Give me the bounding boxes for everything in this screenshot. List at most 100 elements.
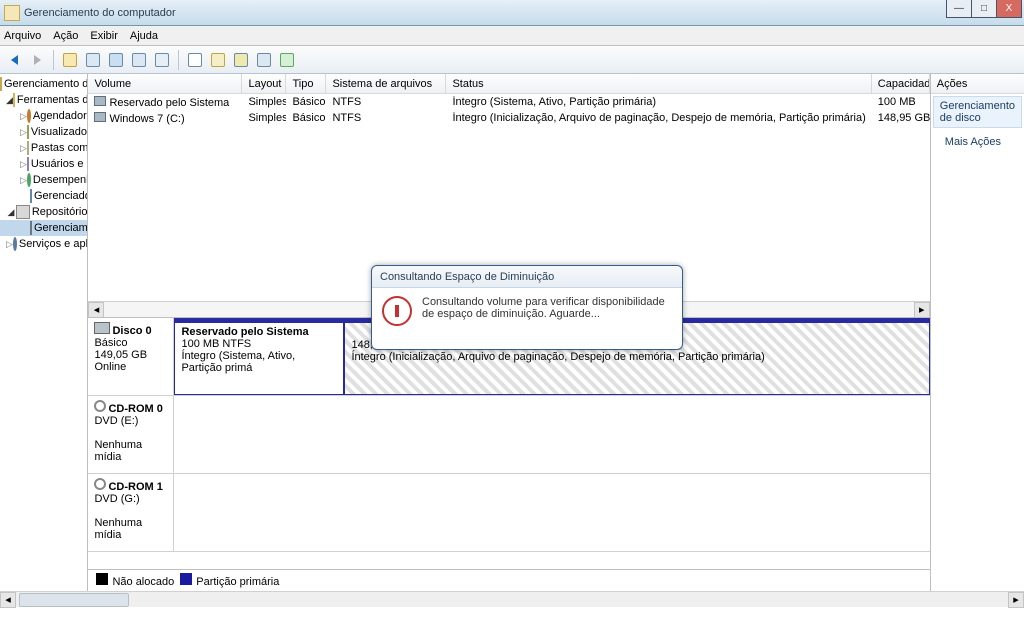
dialog-text: Consultando volume para verificar dispon… [422, 296, 672, 320]
tree-root-label: Gerenciamento do computado [4, 78, 87, 90]
tree-services[interactable]: ▷Serviços e aplicativos [0, 236, 87, 252]
scroll-left-icon[interactable]: ◂ [0, 592, 16, 608]
tool-button-10[interactable] [277, 50, 297, 70]
perf-icon [27, 173, 31, 187]
drive-icon [94, 112, 106, 122]
col-status[interactable]: Status [446, 74, 871, 93]
menu-file[interactable]: Arquivo [4, 30, 41, 42]
toolbar [0, 46, 1024, 74]
tree-perf[interactable]: ▷Desempenho [0, 172, 87, 188]
h-scrollbar-bottom[interactable]: ◂ ▸ [0, 591, 1024, 607]
folder-icon [13, 93, 15, 107]
disk-info[interactable]: CD-ROM 0 DVD (E:) Nenhuma mídia [88, 396, 174, 473]
scrollbar-thumb[interactable] [19, 593, 129, 607]
dialog-title: Consultando Espaço de Diminuição [372, 266, 682, 288]
tree-services-label: Serviços e aplicativos [19, 238, 88, 250]
drive-icon [94, 96, 106, 106]
partition-reserved[interactable]: Reservado pelo Sistema 100 MB NTFS Ínteg… [174, 318, 344, 395]
cell-type: Básico [286, 96, 326, 108]
tree-pane: Gerenciamento do computado ◢Ferramentas … [0, 74, 88, 591]
scroll-left-icon[interactable]: ◂ [88, 302, 104, 318]
cd-icon [94, 478, 106, 490]
tool-button-8[interactable] [231, 50, 251, 70]
tool-button-2[interactable] [83, 50, 103, 70]
actions-more[interactable]: Mais Ações [931, 130, 1024, 154]
tree-diskmgmt[interactable]: Gerenciamento de disco [0, 220, 87, 236]
storage-icon [16, 205, 30, 219]
tree-users[interactable]: ▷Usuários e Grupos Loca [0, 156, 87, 172]
cell-volume: Windows 7 (C:) [109, 113, 184, 125]
tree-events[interactable]: ▷Visualizador de Eventos [0, 124, 87, 140]
actions-subheader[interactable]: Gerenciamento de disco [933, 96, 1022, 128]
tree-users-label: Usuários e Grupos Loca [31, 158, 88, 170]
partition-name: Reservado pelo Sistema [181, 326, 308, 338]
computer-icon [0, 77, 2, 91]
tree-root[interactable]: Gerenciamento do computado [0, 76, 87, 92]
cell-fs: NTFS [326, 96, 446, 108]
disk-title: CD-ROM 0 [108, 403, 162, 415]
disk-title: CD-ROM 1 [108, 481, 162, 493]
tool-button-6[interactable] [185, 50, 205, 70]
col-fs[interactable]: Sistema de arquivos [326, 74, 446, 93]
menu-action[interactable]: Ação [53, 30, 78, 42]
cell-layout: Simples [242, 112, 286, 124]
cell-capacity: 148,95 GB [872, 112, 930, 124]
tool-button-7[interactable] [208, 50, 228, 70]
partition-status: Íntegro (Sistema, Ativo, Partição primá [181, 350, 337, 374]
tree-shared-label: Pastas compartilhadas [31, 142, 88, 154]
legend-unalloc-icon [96, 573, 108, 585]
disk-type: DVD (E:) [94, 415, 167, 427]
tree-storage[interactable]: ◢Repositório [0, 204, 87, 220]
scroll-right-icon[interactable]: ▸ [1008, 592, 1024, 608]
col-type[interactable]: Tipo [286, 74, 326, 93]
cell-status: Íntegro (Inicialização, Arquivo de pagin… [446, 112, 871, 124]
disk-row-cd0: CD-ROM 0 DVD (E:) Nenhuma mídia [88, 396, 929, 474]
col-layout[interactable]: Layout [242, 74, 286, 93]
tree-perf-label: Desempenho [33, 174, 88, 186]
tree-system-tools[interactable]: ◢Ferramentas do sistema [0, 92, 87, 108]
tool-button-4[interactable] [129, 50, 149, 70]
partition-size: 100 MB NTFS [181, 338, 337, 350]
tree-diskmgmt-label: Gerenciamento de disco [34, 222, 87, 234]
disk-info[interactable]: CD-ROM 1 DVD (G:) Nenhuma mídia [88, 474, 174, 551]
forward-button[interactable] [27, 50, 47, 70]
disk-title: Disco 0 [112, 325, 151, 337]
tool-button-1[interactable] [60, 50, 80, 70]
services-icon [13, 237, 17, 251]
scroll-right-icon[interactable]: ▸ [914, 302, 930, 318]
tree-storage-label: Repositório [32, 206, 88, 218]
table-row[interactable]: Windows 7 (C:) Simples Básico NTFS Ínteg… [88, 110, 929, 126]
menu-help[interactable]: Ajuda [130, 30, 158, 42]
menu-view[interactable]: Exibir [90, 30, 118, 42]
tree-devmgr[interactable]: Gerenciador de Disposit [0, 188, 87, 204]
tool-button-9[interactable] [254, 50, 274, 70]
tree-shared[interactable]: ▷Pastas compartilhadas [0, 140, 87, 156]
maximize-button[interactable]: □ [971, 0, 997, 18]
minimize-button[interactable]: — [946, 0, 972, 18]
menu-bar: Arquivo Ação Exibir Ajuda [0, 26, 1024, 46]
title-bar: Gerenciamento do computador — □ X [0, 0, 1024, 26]
legend: Não alocado Partição primária [88, 569, 929, 591]
actions-pane: Ações Gerenciamento de disco Mais Ações [931, 74, 1024, 591]
disk-map: Disco 0 Básico 149,05 GB Online Reservad… [88, 317, 929, 569]
legend-unalloc-label: Não alocado [112, 576, 174, 588]
tool-button-5[interactable] [152, 50, 172, 70]
close-button[interactable]: X [996, 0, 1022, 18]
disk-type: Básico [94, 337, 167, 349]
tool-button-3[interactable] [106, 50, 126, 70]
tree-events-label: Visualizador de Eventos [31, 126, 88, 138]
col-capacity[interactable]: Capacidad [872, 74, 930, 93]
cell-type: Básico [286, 112, 326, 124]
disk-state: Nenhuma mídia [94, 517, 167, 541]
col-volume[interactable]: Volume [88, 74, 242, 93]
cell-fs: NTFS [326, 112, 446, 124]
disk-info[interactable]: Disco 0 Básico 149,05 GB Online [88, 318, 174, 395]
tree-scheduler[interactable]: ▷Agendador de Tarefas [0, 108, 87, 124]
cell-status: Íntegro (Sistema, Ativo, Partição primár… [446, 96, 871, 108]
volume-table-header: Volume Layout Tipo Sistema de arquivos S… [88, 74, 929, 94]
disk-row-cd1: CD-ROM 1 DVD (G:) Nenhuma mídia [88, 474, 929, 552]
table-row[interactable]: Reservado pelo Sistema Simples Básico NT… [88, 94, 929, 110]
back-button[interactable] [4, 50, 24, 70]
app-icon [4, 5, 20, 21]
disk-state: Nenhuma mídia [94, 439, 167, 463]
